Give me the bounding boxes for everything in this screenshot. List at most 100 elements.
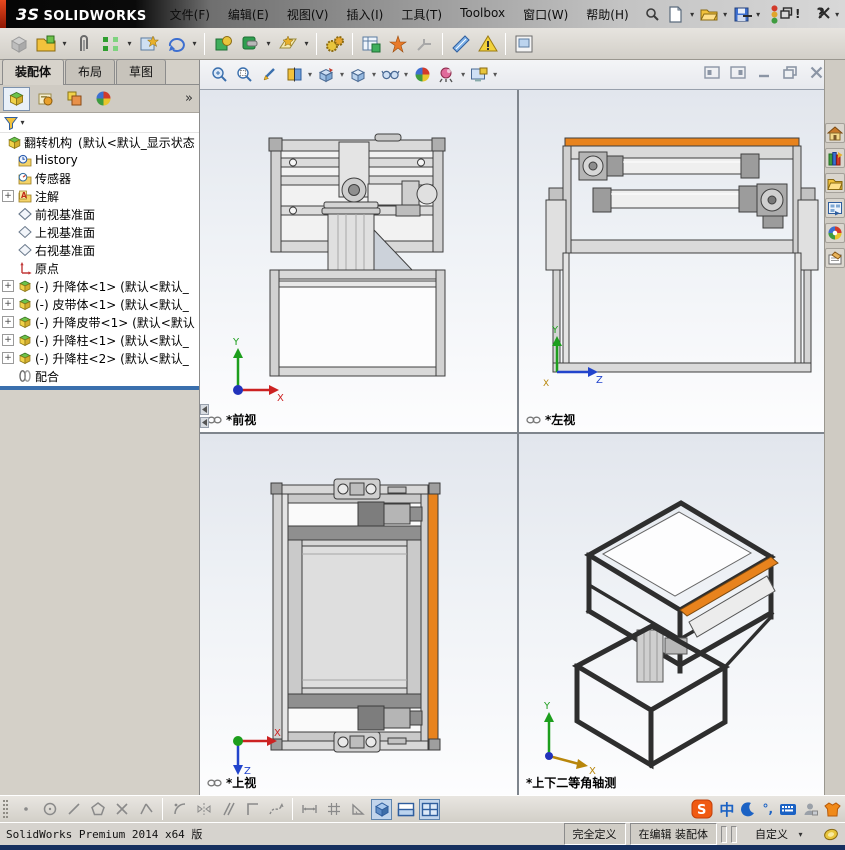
tab-sketch[interactable]: 草图 bbox=[116, 59, 167, 84]
chamfer-icon[interactable] bbox=[135, 799, 156, 820]
tree-item-component[interactable]: + (-) 升降柱<1> (默认<默认_ bbox=[0, 331, 199, 349]
tree-item-sensors[interactable]: 传感器 bbox=[0, 169, 199, 187]
grid-snap-icon[interactable] bbox=[323, 799, 344, 820]
menu-help[interactable]: 帮助(H) bbox=[577, 2, 637, 27]
view-orientation-dropdown[interactable]: ▾ bbox=[340, 70, 344, 79]
configurationmanager-icon[interactable] bbox=[61, 87, 88, 111]
search-icon[interactable] bbox=[642, 3, 664, 25]
hide-show-items-icon[interactable] bbox=[379, 64, 401, 86]
insert-component-icon[interactable] bbox=[6, 31, 31, 57]
menu-tools[interactable]: 工具(T) bbox=[392, 2, 451, 27]
new-document-icon[interactable] bbox=[665, 3, 687, 25]
view-settings-icon[interactable] bbox=[436, 64, 458, 86]
close-child-icon[interactable] bbox=[807, 64, 825, 80]
viewport-divider-horizontal[interactable] bbox=[200, 432, 824, 434]
smart-fasteners-icon[interactable] bbox=[136, 31, 161, 57]
mirror-entities-icon[interactable] bbox=[193, 799, 214, 820]
section-view-icon[interactable] bbox=[283, 64, 305, 86]
appearances-scenes-icon[interactable] bbox=[825, 223, 845, 243]
open-document-icon[interactable] bbox=[698, 3, 720, 25]
sketch-point-icon[interactable] bbox=[15, 799, 36, 820]
screen-options-icon[interactable] bbox=[468, 64, 490, 86]
moon-mode-icon[interactable] bbox=[740, 798, 756, 820]
tree-item-component[interactable]: + (-) 升降体<1> (默认<默认_ bbox=[0, 277, 199, 295]
menu-edit[interactable]: 编辑(E) bbox=[219, 2, 278, 27]
restore-child-icon[interactable] bbox=[781, 64, 799, 80]
previous-view-icon[interactable] bbox=[258, 64, 280, 86]
move-component-icon[interactable] bbox=[163, 31, 188, 57]
new-document-dropdown[interactable]: ▾ bbox=[688, 10, 697, 19]
shortcut-bar-left-icon[interactable] bbox=[703, 64, 721, 80]
view-settings-dropdown[interactable]: ▾ bbox=[461, 70, 465, 79]
view-orientation-icon[interactable] bbox=[315, 64, 337, 86]
home-icon[interactable] bbox=[825, 123, 845, 143]
expand-toggle[interactable]: + bbox=[2, 280, 14, 292]
shortcut-bar-right-icon[interactable] bbox=[729, 64, 747, 80]
collapse-pane-icon[interactable] bbox=[200, 417, 209, 428]
reference-geometry-icon[interactable] bbox=[275, 31, 300, 57]
tree-item-annotations[interactable]: + A 注解 bbox=[0, 187, 199, 205]
reference-geometry-dropdown[interactable]: ▾ bbox=[302, 39, 311, 48]
view-palette-icon[interactable] bbox=[825, 198, 845, 218]
tree-item-right-plane[interactable]: 右视基准面 bbox=[0, 241, 199, 259]
mate-icon[interactable] bbox=[71, 31, 96, 57]
angle-snap-icon[interactable] bbox=[347, 799, 368, 820]
tree-item-top-plane[interactable]: 上视基准面 bbox=[0, 223, 199, 241]
smart-dimension-icon[interactable] bbox=[299, 799, 320, 820]
exploded-view-icon[interactable] bbox=[385, 31, 410, 57]
interference-detection-icon[interactable] bbox=[448, 31, 473, 57]
custom-properties-icon[interactable] bbox=[825, 248, 845, 268]
expand-toggle[interactable]: + bbox=[2, 352, 14, 364]
minimize-child-icon[interactable] bbox=[755, 64, 773, 80]
sketch-line-icon[interactable] bbox=[63, 799, 84, 820]
filter-funnel-icon[interactable] bbox=[4, 116, 18, 130]
tree-item-origin[interactable]: 原点 bbox=[0, 259, 199, 277]
menu-file[interactable]: 文件(F) bbox=[161, 2, 219, 27]
open-part-icon[interactable] bbox=[33, 31, 58, 57]
ime-language-toggle[interactable]: 中 bbox=[719, 798, 734, 820]
open-part-dropdown[interactable]: ▾ bbox=[60, 39, 69, 48]
displaymanager-icon[interactable] bbox=[90, 87, 117, 111]
spline-icon[interactable] bbox=[265, 799, 286, 820]
manager-overflow-chevron[interactable]: » bbox=[185, 91, 193, 106]
tree-item-component[interactable]: + (-) 升降柱<2> (默认<默认_ bbox=[0, 349, 199, 367]
collapse-pane-icon[interactable] bbox=[200, 404, 209, 415]
tree-item-front-plane[interactable]: 前视基准面 bbox=[0, 205, 199, 223]
tree-item-mates[interactable]: 配合 bbox=[0, 367, 199, 385]
linear-component-pattern-icon[interactable] bbox=[98, 31, 123, 57]
open-document-dropdown[interactable]: ▾ bbox=[721, 10, 730, 19]
tree-root[interactable]: 翻转机构 (默认<默认_显示状态 bbox=[0, 133, 199, 151]
zoom-to-fit-icon[interactable] bbox=[208, 64, 230, 86]
viewport-left[interactable]: Y Z X *左视 bbox=[519, 90, 824, 432]
tree-item-history[interactable]: History bbox=[0, 151, 199, 169]
custom-dropdown[interactable]: ▾ bbox=[796, 830, 805, 839]
file-explorer-icon[interactable] bbox=[825, 173, 845, 193]
offset-entities-icon[interactable] bbox=[217, 799, 238, 820]
expand-toggle[interactable]: + bbox=[2, 190, 14, 202]
featuremanager-tree-icon[interactable] bbox=[3, 86, 30, 111]
hide-show-dropdown[interactable]: ▾ bbox=[404, 70, 408, 79]
show-hidden-components-icon[interactable] bbox=[210, 31, 235, 57]
account-icon[interactable] bbox=[803, 798, 818, 820]
viewport-top[interactable]: X Z *上视 bbox=[200, 434, 517, 795]
linear-pattern-dropdown[interactable]: ▾ bbox=[125, 39, 134, 48]
design-library-icon[interactable] bbox=[825, 148, 845, 168]
skin-icon[interactable] bbox=[824, 798, 841, 820]
tab-layout[interactable]: 布局 bbox=[65, 59, 116, 84]
minimize-button[interactable] bbox=[735, 3, 761, 23]
menu-insert[interactable]: 插入(I) bbox=[337, 2, 392, 27]
explode-line-sketch-icon[interactable] bbox=[412, 31, 437, 57]
viewport-isometric[interactable]: Y X *上下二等角轴测 bbox=[519, 434, 824, 795]
viewport-divider-vertical[interactable] bbox=[517, 90, 519, 795]
menu-window[interactable]: 窗口(W) bbox=[514, 2, 577, 27]
display-style-icon[interactable] bbox=[347, 64, 369, 86]
single-view-button[interactable] bbox=[371, 798, 392, 820]
trim-entities-icon[interactable] bbox=[111, 799, 132, 820]
close-button[interactable] bbox=[811, 3, 837, 23]
restore-button[interactable] bbox=[773, 3, 799, 23]
fillet-icon[interactable] bbox=[169, 799, 190, 820]
screen-options-dropdown[interactable]: ▾ bbox=[493, 70, 497, 79]
zoom-to-area-icon[interactable] bbox=[233, 64, 255, 86]
move-component-dropdown[interactable]: ▾ bbox=[190, 39, 199, 48]
tab-assembly[interactable]: 装配体 bbox=[2, 59, 65, 85]
